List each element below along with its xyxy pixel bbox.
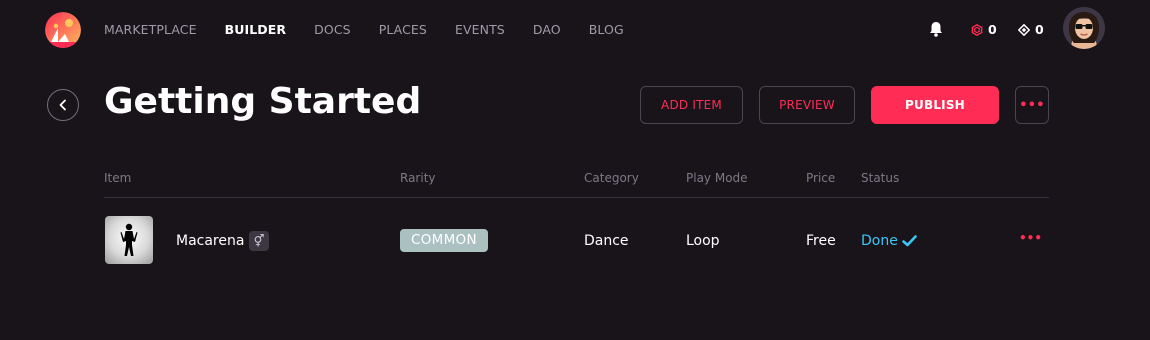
- item-thumbnail[interactable]: [105, 216, 153, 264]
- mana-amount: 0: [988, 22, 997, 37]
- unisex-icon: ⚥: [249, 231, 269, 251]
- preview-button[interactable]: PREVIEW: [759, 86, 855, 124]
- table-divider: [104, 197, 1049, 198]
- status-text: Done: [861, 233, 898, 249]
- mana-balance[interactable]: 0: [971, 22, 997, 38]
- column-header-price: Price: [806, 171, 836, 185]
- column-header-play-mode: Play Mode: [686, 171, 748, 185]
- nav-docs[interactable]: DOCS: [314, 22, 351, 38]
- item-price: Free: [806, 233, 836, 249]
- check-icon: [902, 235, 917, 247]
- nav-marketplace[interactable]: MARKETPLACE: [104, 22, 197, 38]
- land-amount: 0: [1035, 22, 1044, 37]
- nav-builder[interactable]: BUILDER: [225, 22, 287, 38]
- land-icon: [1018, 24, 1030, 36]
- add-item-button[interactable]: ADD ITEM: [640, 86, 743, 124]
- nav-places[interactable]: PLACES: [379, 22, 427, 38]
- item-play-mode: Loop: [686, 233, 720, 249]
- mana-icon: [971, 24, 983, 36]
- bell-icon[interactable]: [929, 21, 943, 37]
- nav-dao[interactable]: DAO: [533, 22, 561, 38]
- item-name[interactable]: Macarena: [176, 233, 244, 249]
- main-nav: MARKETPLACE BUILDER DOCS PLACES EVENTS D…: [104, 22, 652, 38]
- column-header-status: Status: [861, 171, 900, 185]
- nav-blog[interactable]: BLOG: [589, 22, 624, 38]
- publish-button[interactable]: PUBLISH: [871, 86, 999, 124]
- back-arrow-icon: [59, 99, 66, 111]
- emote-silhouette-icon: [120, 223, 138, 256]
- item-category: Dance: [584, 233, 629, 249]
- rarity-badge: COMMON: [400, 229, 488, 252]
- row-more-icon[interactable]: •••: [1019, 231, 1042, 245]
- land-balance[interactable]: 0: [1018, 22, 1044, 38]
- status-badge: Done: [861, 233, 917, 249]
- nav-events[interactable]: EVENTS: [455, 22, 505, 38]
- column-header-category: Category: [584, 171, 639, 185]
- user-avatar[interactable]: [1063, 7, 1105, 49]
- back-button[interactable]: [47, 89, 79, 121]
- column-header-item: Item: [104, 171, 132, 185]
- page-title: Getting Started: [104, 81, 422, 122]
- more-options-button[interactable]: •••: [1015, 86, 1049, 124]
- decentraland-logo-icon[interactable]: [45, 12, 81, 48]
- column-header-rarity: Rarity: [400, 171, 436, 185]
